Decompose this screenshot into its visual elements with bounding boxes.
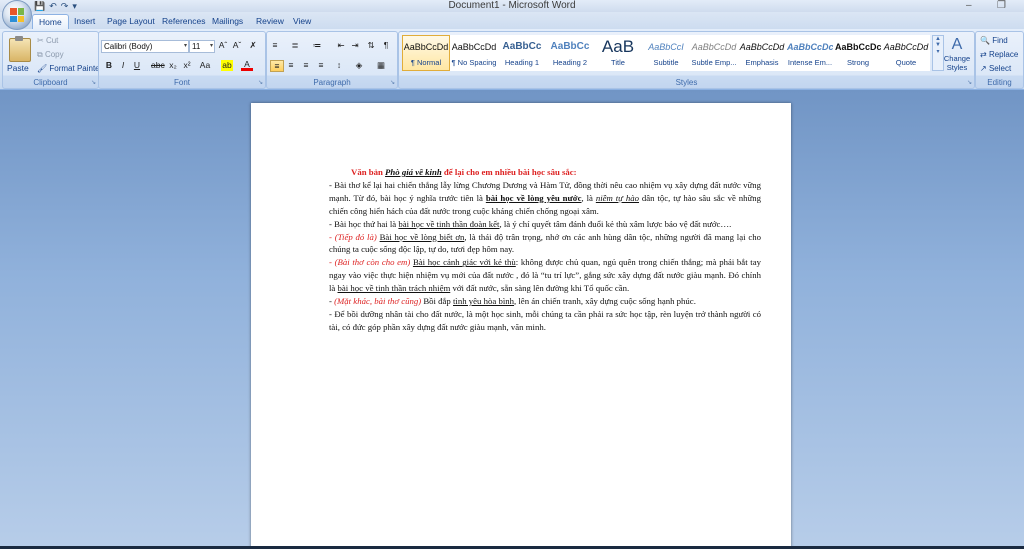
- style-intense-emphasis[interactable]: AaBbCcDc Intense Em...: [786, 35, 834, 71]
- align-center-icon[interactable]: ≡: [285, 60, 297, 71]
- increase-indent-icon[interactable]: ⇥: [349, 40, 361, 51]
- paste-button[interactable]: Paste: [7, 63, 29, 73]
- save-icon[interactable]: 💾: [34, 1, 45, 12]
- decrease-indent-icon[interactable]: ⇤: [335, 40, 347, 51]
- italic-icon[interactable]: I: [117, 60, 129, 71]
- window-title: Document1 - Microsoft Word: [448, 0, 576, 11]
- styles-launcher-icon[interactable]: ↘: [967, 79, 972, 86]
- superscript-icon[interactable]: x²: [181, 60, 193, 71]
- clear-formatting-icon[interactable]: ✗: [247, 40, 259, 51]
- font-color-icon[interactable]: A: [241, 60, 253, 71]
- shading-icon[interactable]: ◈: [353, 60, 365, 71]
- paragraph-group-label: Paragraph: [313, 78, 351, 87]
- sort-icon[interactable]: ⇅: [365, 40, 377, 51]
- styles-gallery-scroll[interactable]: ▲ ▼ ▾: [932, 35, 944, 71]
- style-normal[interactable]: AaBbCcDd ¶ Normal: [402, 35, 450, 71]
- bullets-icon[interactable]: ≡: [269, 40, 281, 51]
- select-button[interactable]: ↗ Select: [980, 64, 1011, 73]
- doc-paragraph-3: - (Tiếp đó là) Bài học về lòng biết ơn, …: [329, 231, 761, 255]
- numbering-icon[interactable]: ≣: [289, 40, 301, 51]
- tab-page-layout[interactable]: Page Layout: [101, 14, 161, 29]
- ribbon-tabs: Home Insert Page Layout References Maili…: [0, 12, 1024, 30]
- shrink-font-icon[interactable]: Aˇ: [231, 40, 243, 51]
- justify-icon[interactable]: ≡: [315, 60, 327, 71]
- doc-paragraph-5: - (Mặt khác, bài thơ cũng) Bồi đắp tình …: [329, 296, 696, 307]
- copy-button[interactable]: ⧉ Copy: [37, 50, 64, 60]
- style-quote[interactable]: AaBbCcDd Quote: [882, 35, 930, 71]
- grow-font-icon[interactable]: Aˆ: [217, 40, 229, 51]
- style-heading-1[interactable]: AaBbCc Heading 1: [498, 35, 546, 71]
- tab-insert[interactable]: Insert: [68, 14, 101, 29]
- bold-icon[interactable]: B: [103, 60, 115, 71]
- doc-paragraph-2: - Bài học thứ hai là bài học về tinh thầ…: [329, 218, 732, 229]
- line-spacing-icon[interactable]: ↕: [333, 60, 345, 71]
- paragraph-launcher-icon[interactable]: ↘: [390, 79, 395, 86]
- doc-paragraph-4: - (Bài thơ còn cho em) Bài học cảnh giác…: [329, 257, 761, 294]
- change-styles-button[interactable]: A Change Styles: [943, 36, 971, 72]
- doc-heading: Văn bản Phò giá về kinh để lại cho em nh…: [351, 167, 577, 177]
- borders-icon[interactable]: ▦: [375, 60, 387, 71]
- editing-group-label: Editing: [987, 78, 1012, 87]
- change-case-icon[interactable]: Aa: [199, 60, 211, 71]
- document-page[interactable]: Văn bản Phò giá về kinh để lại cho em nh…: [251, 103, 791, 549]
- document-body[interactable]: Văn bản Phò giá về kinh để lại cho em nh…: [329, 166, 761, 334]
- editing-group: 🔍 Find ⇄ Replace ↗ Select Editing: [975, 31, 1024, 89]
- find-button[interactable]: 🔍 Find: [980, 36, 1008, 45]
- multilevel-list-icon[interactable]: ≔: [311, 40, 323, 51]
- style-strong[interactable]: AaBbCcDc Strong: [834, 35, 882, 71]
- style-no-spacing[interactable]: AaBbCcDd ¶ No Spacing: [450, 35, 498, 71]
- format-painter-button[interactable]: 🖌 Format Painter: [37, 64, 102, 73]
- clipboard-launcher-icon[interactable]: ↘: [91, 79, 96, 86]
- paste-icon[interactable]: [9, 36, 31, 62]
- quick-access-toolbar: 💾 ↶ ↷ ▾: [34, 0, 77, 12]
- restore-button[interactable]: ❐: [997, 0, 1006, 11]
- font-family-combo[interactable]: Calibri (Body) ▾: [101, 40, 189, 53]
- style-subtitle[interactable]: AaBbCcI Subtitle: [642, 35, 690, 71]
- tab-review[interactable]: Review: [250, 14, 290, 29]
- align-left-icon[interactable]: ≡: [270, 60, 284, 72]
- tab-references[interactable]: References: [156, 14, 211, 29]
- font-size-combo[interactable]: 11 ▾: [189, 40, 215, 53]
- undo-icon[interactable]: ↶: [49, 1, 57, 12]
- office-logo-icon: [10, 8, 24, 22]
- font-group: Calibri (Body) ▾ 11 ▾ Aˆ Aˇ ✗ B I U abc x₂…: [98, 31, 266, 89]
- styles-group-label: Styles: [675, 78, 698, 87]
- strikethrough-icon[interactable]: abc: [151, 60, 165, 71]
- change-styles-icon: A: [951, 36, 963, 53]
- subscript-icon[interactable]: x₂: [167, 60, 179, 71]
- more-styles-icon[interactable]: ▾: [933, 48, 943, 55]
- align-right-icon[interactable]: ≡: [300, 60, 312, 71]
- style-subtle-emphasis[interactable]: AaBbCcDd Subtle Emp...: [690, 35, 738, 71]
- doc-paragraph-1: - Bài thơ kể lại hai chiến thắng lẫy lừn…: [329, 179, 761, 216]
- replace-button[interactable]: ⇄ Replace: [980, 50, 1018, 59]
- style-emphasis[interactable]: AaBbCcDd Emphasis: [738, 35, 786, 71]
- redo-icon[interactable]: ↷: [61, 1, 69, 12]
- doc-paragraph-6: - Để bồi dưỡng nhân tài cho đất nước, là…: [329, 308, 761, 332]
- style-heading-2[interactable]: AaBbCc Heading 2: [546, 35, 594, 71]
- office-button[interactable]: [2, 0, 32, 30]
- highlight-icon[interactable]: ab: [221, 60, 233, 71]
- clipboard-group-label: Clipboard: [33, 78, 68, 87]
- show-marks-icon[interactable]: ¶: [380, 40, 392, 51]
- underline-icon[interactable]: U: [131, 60, 143, 71]
- style-title[interactable]: AaB Title: [594, 35, 642, 71]
- tab-home[interactable]: Home: [32, 14, 69, 30]
- styles-gallery: AaBbCcDd ¶ Normal AaBbCcDd ¶ No Spacing …: [402, 35, 932, 71]
- tab-view[interactable]: View: [287, 14, 317, 29]
- font-launcher-icon[interactable]: ↘: [258, 79, 263, 86]
- title-bar: Document1 - Microsoft Word 💾 ↶ ↷ ▾ – ❐: [0, 0, 1024, 12]
- customize-qat-icon[interactable]: ▾: [72, 1, 77, 12]
- minimize-button[interactable]: –: [966, 0, 972, 11]
- cut-button[interactable]: ✂ Cut: [37, 36, 58, 45]
- document-area: Văn bản Phò giá về kinh để lại cho em nh…: [0, 90, 1024, 549]
- font-group-label: Font: [173, 78, 190, 87]
- paragraph-group: ≡ ≣ ≔ ⇤ ⇥ ⇅ ¶ ≡ ≡ ≡ ≡ ↕ ◈ ▦ Paragraph ↘: [266, 31, 398, 89]
- tab-mailings[interactable]: Mailings: [206, 14, 249, 29]
- clipboard-group: Paste ✂ Cut ⧉ Copy 🖌 Format Painter Clip…: [2, 31, 102, 89]
